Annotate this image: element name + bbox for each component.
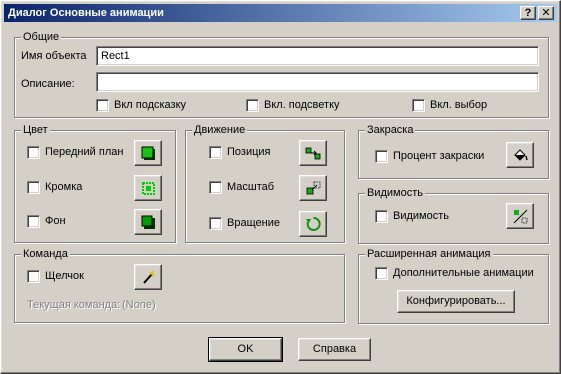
highlight-checkbox[interactable] [246, 99, 259, 112]
scale-label: Масштаб [227, 181, 275, 193]
title-bar[interactable]: Диалог Основные анимации ? ✕ [4, 4, 557, 22]
foreground-color-button[interactable] [134, 140, 162, 166]
color-group: Цвет Передний план Кромка Фон [14, 124, 176, 243]
advanced-group-label: Расширенная анимация [365, 248, 493, 260]
border-color-icon [142, 182, 155, 195]
click-checkbox[interactable] [27, 270, 40, 283]
background-color-icon [141, 215, 155, 229]
visibility-button[interactable] [506, 203, 534, 229]
move-icon [305, 147, 321, 160]
current-command-value: (None) [122, 299, 156, 311]
extra-animations-checkbox[interactable] [375, 267, 388, 280]
highlight-checkbox-label: Вкл. подсветку [264, 99, 340, 111]
dialog-window: Диалог Основные анимации ? ✕ Общие Имя о… [0, 0, 561, 374]
background-checkbox[interactable] [27, 215, 40, 228]
rotation-label: Вращение [227, 217, 280, 229]
description-input[interactable] [96, 72, 539, 92]
fill-group: Закраска Процент закраски [358, 124, 549, 179]
magic-wand-icon [143, 271, 155, 284]
click-command-button[interactable] [134, 264, 162, 290]
general-group: Общие Имя объекта Rect1 Описание: Вкл по… [14, 31, 549, 118]
rotate-icon [306, 216, 321, 231]
selection-checkbox[interactable] [412, 99, 425, 112]
visibility-group: Видимость Видимость [358, 187, 549, 244]
motion-group: Движение Позиция Масштаб Вращение [185, 124, 345, 243]
position-checkbox[interactable] [209, 146, 222, 159]
tooltip-checkbox[interactable] [96, 99, 109, 112]
current-command-label: Текущая команда: [27, 299, 121, 311]
tooltip-checkbox-label: Вкл подсказку [114, 99, 187, 111]
extra-animations-label: Дополнительные анимации [393, 267, 534, 279]
scale-checkbox[interactable] [209, 181, 222, 194]
configure-button[interactable]: Конфигурировать... [397, 290, 515, 313]
selection-checkbox-label: Вкл. выбор [430, 99, 488, 111]
object-name-input[interactable]: Rect1 [96, 46, 539, 66]
help-button[interactable]: Справка [298, 338, 371, 361]
fill-percent-button[interactable] [506, 142, 534, 168]
paint-bucket-icon [514, 149, 528, 161]
border-checkbox[interactable] [27, 181, 40, 194]
advanced-group: Расширенная анимация Дополнительные аним… [358, 248, 549, 324]
click-label: Щелчок [45, 270, 84, 282]
fill-percent-label: Процент закраски [393, 150, 485, 162]
description-label: Описание: [21, 78, 75, 90]
visibility-label: Видимость [393, 210, 449, 222]
fill-group-label: Закраска [365, 124, 416, 136]
motion-group-label: Движение [192, 124, 248, 136]
position-button[interactable] [299, 140, 327, 166]
position-label: Позиция [227, 146, 271, 158]
command-group-label: Команда [21, 248, 70, 260]
border-label: Кромка [45, 181, 83, 193]
scale-button[interactable] [299, 175, 327, 201]
visibility-toggle-icon [513, 209, 528, 224]
color-group-label: Цвет [21, 124, 50, 136]
general-group-label: Общие [21, 31, 62, 43]
close-button[interactable]: ✕ [538, 6, 554, 20]
object-name-label: Имя объекта [21, 50, 87, 62]
background-label: Фон [45, 215, 66, 227]
rotation-button[interactable] [299, 211, 327, 237]
background-color-button[interactable] [134, 209, 162, 235]
fill-color-icon [141, 146, 155, 160]
border-color-button[interactable] [134, 175, 162, 201]
visibility-group-label: Видимость [365, 187, 425, 199]
help-title-button[interactable]: ? [520, 6, 536, 20]
window-title: Диалог Основные анимации [8, 7, 164, 19]
visibility-checkbox[interactable] [375, 210, 388, 223]
command-group: Команда Щелчок Текущая команда: (None) [14, 248, 345, 323]
ok-button[interactable]: OK [208, 337, 283, 362]
foreground-checkbox[interactable] [27, 146, 40, 159]
scale-icon [306, 181, 321, 195]
fill-percent-checkbox[interactable] [375, 150, 388, 163]
foreground-label: Передний план [45, 146, 124, 158]
rotation-checkbox[interactable] [209, 217, 222, 230]
